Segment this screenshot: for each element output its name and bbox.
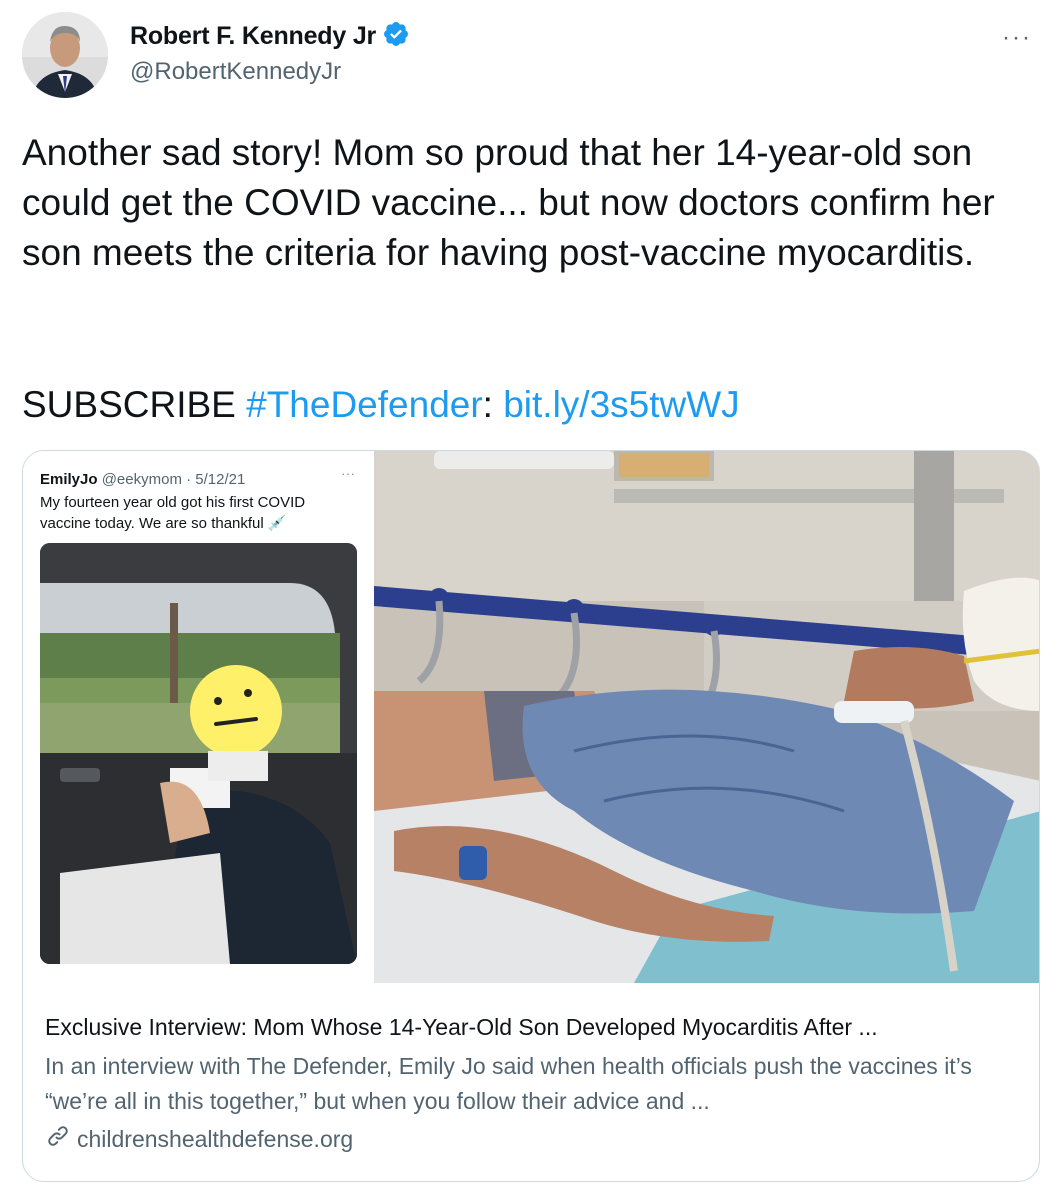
more-icon[interactable]: ··· bbox=[1002, 24, 1032, 52]
colon-text: : bbox=[482, 384, 504, 425]
author-name-row[interactable]: Robert F. Kennedy Jr bbox=[130, 20, 410, 53]
embedded-more-icon: ··· bbox=[341, 465, 355, 481]
subscribe-label: SUBSCRIBE bbox=[22, 384, 247, 425]
embedded-tweet-meta: @eekymom · 5/12/21 bbox=[101, 471, 246, 488]
tweet-text: Another sad story! Mom so proud that her… bbox=[22, 132, 995, 273]
avatar[interactable] bbox=[22, 12, 108, 98]
embedded-car-photo bbox=[40, 543, 357, 964]
author-handle[interactable]: @RobertKennedyJr bbox=[130, 58, 341, 86]
card-info[interactable]: Exclusive Interview: Mom Whose 14-Year-O… bbox=[45, 1011, 1025, 1119]
embedded-tweet-screenshot: EmilyJo @eekymom · 5/12/21 ··· My fourte… bbox=[23, 451, 374, 983]
card-image[interactable]: EmilyJo @eekymom · 5/12/21 ··· My fourte… bbox=[23, 451, 1039, 983]
verified-badge-icon bbox=[382, 20, 410, 53]
subscribe-line: SUBSCRIBE #TheDefender: bit.ly/3s5twWJ bbox=[22, 380, 740, 430]
link-card[interactable]: EmilyJo @eekymom · 5/12/21 ··· My fourte… bbox=[22, 450, 1040, 1182]
embedded-tweet-author: EmilyJo @eekymom · 5/12/21 bbox=[40, 471, 245, 488]
display-name[interactable]: Robert F. Kennedy Jr bbox=[130, 22, 376, 51]
hospital-photo bbox=[374, 451, 1039, 983]
short-link[interactable]: bit.ly/3s5twWJ bbox=[503, 384, 739, 425]
embedded-tweet-text: My fourteen year old got his first COVID… bbox=[40, 494, 306, 532]
tweet: Robert F. Kennedy Jr @RobertKennedyJr ··… bbox=[0, 0, 1062, 1202]
link-icon bbox=[45, 1123, 71, 1155]
card-description: In an interview with The Defender, Emily… bbox=[45, 1053, 972, 1114]
card-domain[interactable]: childrenshealthdefense.org bbox=[45, 1123, 353, 1155]
card-domain-text[interactable]: childrenshealthdefense.org bbox=[77, 1126, 353, 1153]
hashtag-link[interactable]: #TheDefender bbox=[246, 384, 483, 425]
embedded-tweet-name: EmilyJo bbox=[40, 471, 98, 488]
card-title[interactable]: Exclusive Interview: Mom Whose 14-Year-O… bbox=[45, 1011, 1025, 1043]
